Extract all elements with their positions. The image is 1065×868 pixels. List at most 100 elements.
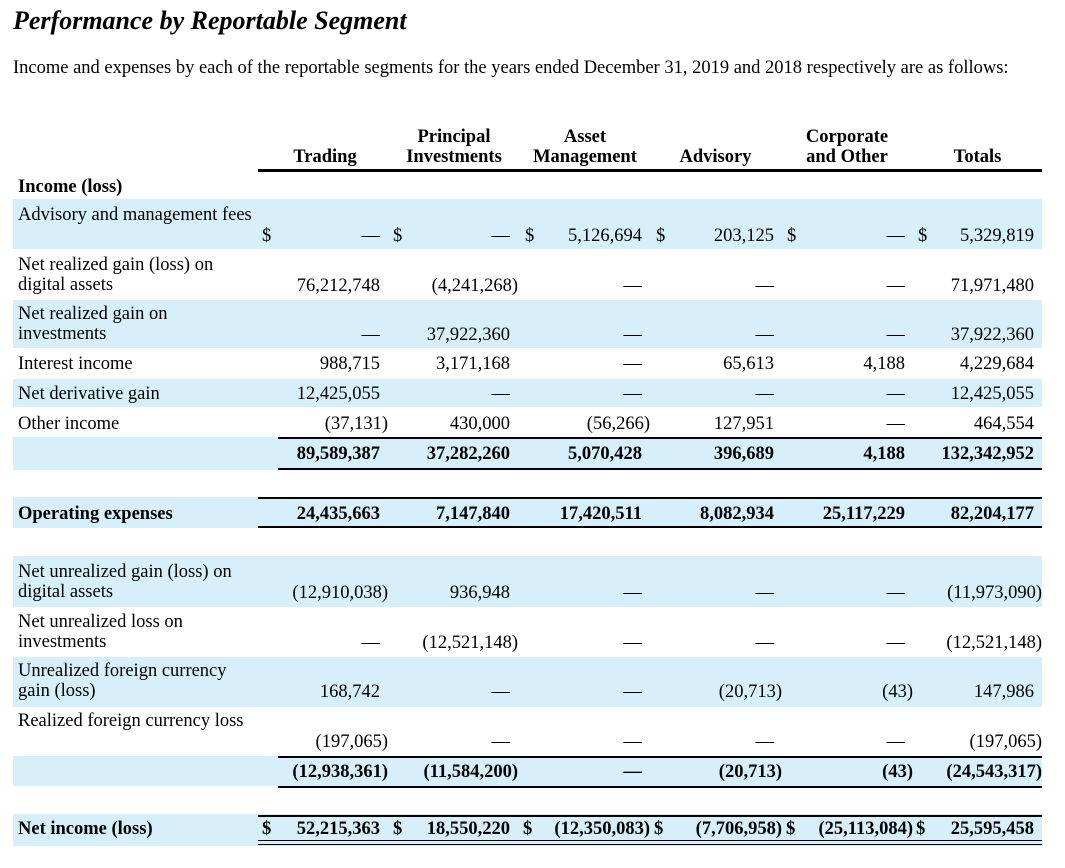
value-principal: 18,550,220 [426, 819, 510, 839]
value-trading: 24,435,663 [296, 504, 380, 524]
col-header-corporate: Corporate and Other [793, 127, 901, 167]
col-header-line1 [270, 127, 380, 147]
value-trading: 168,742 [319, 682, 380, 702]
value-advisory: (7,706,958) [695, 819, 782, 839]
col-header-line1 [668, 127, 763, 147]
value-asset: — [623, 583, 643, 603]
value-totals: (12,521,148) [946, 633, 1042, 653]
col-header-line2: and Other [806, 147, 888, 167]
col-header-advisory: Advisory [668, 127, 763, 167]
value-principal: 3,171,168 [436, 354, 510, 374]
value-asset: — [623, 762, 643, 782]
value-principal: 936,948 [449, 583, 510, 603]
currency-symbol: $ [262, 226, 272, 246]
value-principal: — [491, 226, 511, 246]
col-header-line2: Advisory [679, 147, 752, 167]
col-header-line2: Trading [293, 147, 357, 167]
value-trading: 52,215,363 [296, 819, 380, 839]
value-principal: — [491, 732, 511, 752]
currency-symbol: $ [787, 226, 797, 246]
value-trading: 76,212,748 [296, 276, 380, 296]
row-label: Net income (loss) [18, 819, 153, 839]
row-label: Net realized gain (loss) on digital asse… [18, 255, 214, 295]
value-trading: (197,065) [315, 732, 388, 752]
currency-symbol: $ [393, 226, 403, 246]
row-label: Net unrealized loss on investments [18, 612, 183, 652]
currency-symbol: $ [654, 819, 664, 839]
col-header-asset: Asset Management [526, 127, 644, 167]
value-corporate: (43) [882, 762, 913, 782]
value-totals: 25,595,458 [950, 819, 1034, 839]
value-principal: (12,521,148) [422, 633, 518, 653]
value-corporate: 25,117,229 [822, 504, 905, 524]
value-advisory: — [755, 583, 775, 603]
value-asset: — [623, 732, 643, 752]
value-advisory: 203,125 [713, 226, 774, 246]
value-asset: — [623, 325, 643, 345]
row-label: Interest income [18, 354, 133, 374]
value-trading: 988,715 [319, 354, 380, 374]
value-totals: 12,425,055 [950, 384, 1034, 404]
value-asset: — [623, 354, 643, 374]
value-principal: 37,922,360 [426, 325, 510, 345]
value-trading: — [361, 325, 381, 345]
value-principal: (4,241,268) [431, 276, 518, 296]
value-totals: (11,973,090) [947, 583, 1042, 603]
value-advisory: (20,713) [718, 762, 782, 782]
col-header-line1: Corporate [805, 127, 889, 147]
value-totals: 82,204,177 [950, 504, 1034, 524]
row-label: Other income [18, 414, 120, 434]
header-rule [258, 169, 1042, 172]
currency-symbol: $ [393, 819, 403, 839]
value-asset: 5,070,428 [568, 444, 642, 464]
value-totals: 4,229,684 [960, 354, 1034, 374]
value-advisory: — [755, 325, 775, 345]
value-trading: — [361, 633, 381, 653]
value-trading: — [361, 226, 381, 246]
value-totals: 464,554 [973, 414, 1034, 434]
page-title: Performance by Reportable Segment [13, 6, 407, 35]
currency-symbol: $ [916, 819, 926, 839]
value-advisory: (20,713) [718, 682, 782, 702]
currency-symbol: $ [525, 226, 535, 246]
value-advisory: 65,613 [723, 354, 774, 374]
row-label: Unrealized foreign currency gain (loss) [18, 661, 227, 701]
total-rule [278, 468, 1042, 470]
total-rule [278, 786, 1042, 788]
value-totals: 71,971,480 [950, 276, 1034, 296]
value-totals: 37,922,360 [950, 325, 1034, 345]
value-principal: 430,000 [449, 414, 510, 434]
col-header-line1: Principal [417, 127, 491, 147]
value-corporate: — [886, 583, 906, 603]
value-principal: 37,282,260 [426, 444, 510, 464]
value-totals: 132,342,952 [941, 444, 1035, 464]
value-corporate: — [886, 732, 906, 752]
value-totals: (197,065) [969, 732, 1042, 752]
value-corporate: — [886, 276, 906, 296]
col-header-line2: Management [533, 147, 637, 167]
net-income-double-rule [258, 840, 1042, 845]
opex-bottom-rule [258, 526, 1042, 528]
value-advisory: — [755, 732, 775, 752]
currency-symbol: $ [523, 819, 533, 839]
intro-paragraph: Income and expenses by each of the repor… [13, 58, 1009, 78]
currency-symbol: $ [656, 226, 666, 246]
value-corporate: (43) [882, 682, 913, 702]
value-principal: (11,584,200) [423, 762, 518, 782]
col-header-line1: Asset [563, 127, 607, 147]
value-trading: 12,425,055 [296, 384, 380, 404]
value-principal: — [491, 384, 511, 404]
value-corporate: — [886, 384, 906, 404]
net-income-top-rule [258, 815, 1042, 817]
value-advisory: 127,951 [713, 414, 774, 434]
value-corporate: 4,188 [863, 444, 905, 464]
value-advisory: — [755, 633, 775, 653]
value-corporate: — [886, 325, 906, 345]
value-corporate: (25,113,084) [818, 819, 913, 839]
currency-symbol: $ [786, 819, 796, 839]
value-asset: (56,266) [586, 414, 650, 434]
row-label: Advisory and management fees [18, 205, 252, 225]
value-asset: — [623, 633, 643, 653]
value-advisory: — [755, 276, 775, 296]
row-label: Realized foreign currency loss [18, 711, 244, 731]
